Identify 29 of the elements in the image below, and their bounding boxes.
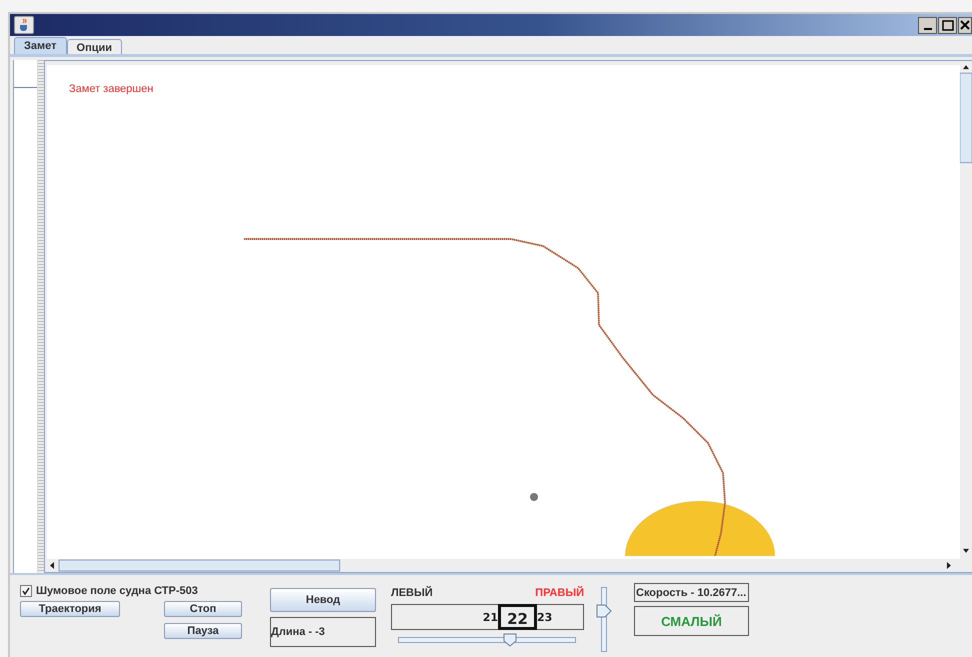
minimize-button[interactable] — [918, 16, 937, 34]
point-marker — [530, 493, 538, 501]
maximize-icon — [942, 20, 954, 30]
side-label: ПРАВЫЙ — [535, 587, 584, 599]
status-text: Замет завершен — [69, 83, 154, 95]
maximize-button[interactable] — [938, 16, 957, 34]
close-icon — [960, 20, 970, 30]
minimize-icon — [924, 28, 932, 30]
speed-field: Скорость - 10.2677... — [634, 583, 749, 602]
slider-thumb[interactable] — [502, 633, 517, 647]
pause-button[interactable]: Пауза — [164, 623, 242, 639]
checkbox-label: Шумовое поле судна СТР-503 — [36, 585, 198, 597]
tab[interactable]: Замет — [14, 37, 67, 54]
trajectory-button[interactable]: Траектория — [20, 601, 120, 617]
close-button[interactable] — [958, 16, 972, 34]
seine-button[interactable]: Невод — [270, 588, 376, 612]
cup-icon — [14, 16, 34, 34]
noise-field-checkbox[interactable]: Шумовое поле судна СТР-503 — [20, 585, 242, 597]
length-field: Длина - -3 — [270, 617, 376, 647]
spinner-value[interactable]: 21 — [482, 610, 498, 624]
spinner-value[interactable]: 22 — [498, 604, 537, 630]
slider-thumb[interactable] — [596, 604, 612, 618]
side-label: ЛЕВЫЙ — [391, 587, 433, 599]
checkbox[interactable] — [20, 585, 32, 597]
tab[interactable]: Опции — [66, 39, 122, 54]
spinner-value[interactable]: 23 — [536, 610, 552, 624]
mode-field: СМАЛЫЙ — [634, 606, 749, 636]
stop-button[interactable]: Стоп — [164, 601, 242, 617]
number-spinner[interactable]: 21 22 23 — [391, 604, 584, 630]
